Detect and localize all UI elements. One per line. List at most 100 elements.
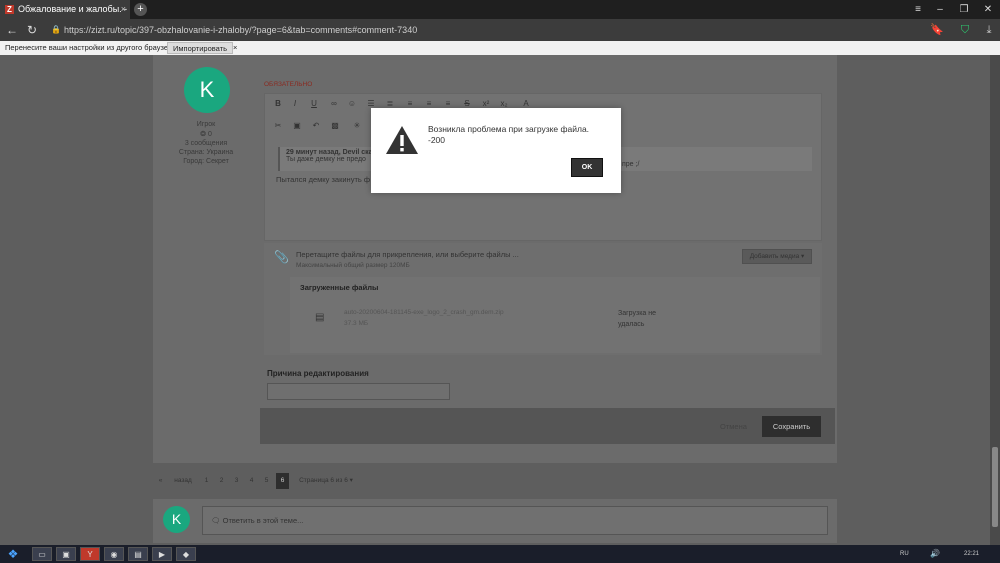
undo-icon[interactable]: ↶ (309, 121, 323, 130)
browser-tab-title: Обжалование и жалобы. - Ц (18, 4, 130, 14)
edit-reason-input[interactable] (267, 383, 450, 400)
address-toolbar: ← ↻ 🔒 https://zizt.ru/topic/397-obzhalov… (0, 19, 1000, 41)
close-window-icon[interactable]: ✕ (976, 0, 1000, 19)
lock-icon: 🔒 (51, 25, 61, 34)
url-text: https://zizt.ru/topic/397-obzhalovanie-i… (64, 25, 418, 35)
image-icon[interactable]: ▣ (290, 121, 304, 130)
prev-page-button[interactable]: назад (170, 473, 196, 489)
author-country: Страна: Украина (178, 149, 234, 156)
page-button-1[interactable]: 1 (200, 473, 213, 489)
steam-icon[interactable]: ◉ (104, 547, 124, 561)
file-name: auto-20200604-181145-exe_logo_2_crash_gm… (344, 309, 504, 316)
infobar-message: Перенесите ваши настройки из другого бра… (5, 43, 179, 52)
numbered-list-icon[interactable]: ≣ (383, 99, 397, 108)
os-taskbar: ❖ ▭ ▣ Y ◉ ▤ ▶ ◆ RU 🔊 22:21 (0, 545, 1000, 563)
clock[interactable]: 22:21 (964, 545, 979, 563)
warning-icon (386, 126, 418, 154)
file-icon: ▤ (315, 312, 325, 323)
page-jump-dropdown[interactable]: Страница 6 из 6 ▾ (296, 473, 356, 489)
download-icon[interactable]: ⤓ (980, 19, 998, 41)
ok-button[interactable]: OK (571, 158, 603, 177)
browser-tab-strip: Z Обжалование и жалобы. - Ц × + ≡ – ❐ ✕ (0, 0, 1000, 19)
new-tab-button[interactable]: + (134, 3, 147, 16)
media-icon[interactable]: ▶ (152, 547, 172, 561)
reputation-value: 0 (207, 131, 212, 138)
special-char-icon[interactable]: ✳ (350, 121, 364, 130)
author-reputation: ❂ 0 (160, 130, 252, 138)
reply-avatar[interactable]: K (163, 506, 190, 533)
page-button-2[interactable]: 2 (215, 473, 228, 489)
edit-reason-label: Причина редактирования (267, 369, 369, 378)
comment-icon: 🗨 (211, 516, 223, 525)
cancel-button[interactable]: Отмена (720, 422, 747, 431)
bookmark-icon[interactable]: 🔖 (928, 19, 946, 41)
author-city: Город: Секрет (183, 158, 229, 165)
align-left-icon[interactable]: ≡ (403, 99, 417, 108)
remove-format-icon[interactable]: ✂ (271, 121, 285, 130)
reputation-icon: ❂ (200, 131, 208, 138)
import-button[interactable]: Импортировать (167, 42, 234, 54)
dialog-message-line2: -200 (428, 135, 446, 145)
italic-icon[interactable]: I (288, 99, 302, 108)
scrollbar-thumb[interactable] (992, 447, 998, 527)
app-icon[interactable]: ▤ (128, 547, 148, 561)
dialog-message: Возникла проблема при загрузке файла. -2… (428, 124, 589, 146)
dialog-message-line1: Возникла проблема при загрузке файла. (428, 124, 590, 134)
adblock-shield-icon[interactable]: ⛉ (956, 19, 974, 41)
paperclip-icon: 📎 (274, 250, 289, 264)
editor-body-text: Пытался демку закинуть ф (276, 175, 371, 184)
form-actions-bar (260, 408, 835, 444)
game-icon[interactable]: ◆ (176, 547, 196, 561)
language-indicator[interactable]: RU (900, 545, 909, 563)
yandex-browser-icon[interactable]: Y (80, 547, 100, 561)
background-color-icon[interactable]: ▩ (328, 121, 342, 130)
reply-placeholder: Ответить в этой теме... (222, 516, 304, 525)
required-label: ОБЯЗАТЕЛЬНО (264, 81, 313, 88)
terminal-icon[interactable]: ▣ (56, 547, 76, 561)
author-messages[interactable]: 3 сообщения (160, 140, 252, 147)
page-button-current[interactable]: 6 (276, 473, 289, 489)
url-field[interactable]: 🔒 https://zizt.ru/topic/397-obzhalovanie… (48, 22, 918, 38)
menu-icon[interactable]: ≡ (906, 0, 930, 19)
insert-media-label: Добавить медиа (749, 253, 800, 260)
explorer-icon[interactable]: ▭ (32, 547, 52, 561)
back-icon[interactable]: ← (4, 19, 20, 41)
page-scrollbar[interactable] (990, 55, 1000, 545)
link-icon[interactable]: ∞ (327, 99, 341, 108)
volume-icon[interactable]: 🔊 (930, 545, 940, 563)
author-avatar[interactable]: K (184, 67, 230, 113)
uploaded-files-title: Загруженные файлы (300, 283, 379, 292)
underline-icon[interactable]: U (307, 99, 321, 108)
upload-status: Загрузка не удалась (618, 310, 657, 328)
bold-icon[interactable]: B (271, 99, 285, 108)
strikethrough-icon[interactable]: S (460, 99, 474, 108)
browser-tab[interactable]: Z Обжалование и жалобы. - Ц × (0, 0, 130, 19)
reply-input[interactable]: 🗨 Ответить в этой теме... (202, 506, 828, 535)
prev-page-arrow[interactable]: « (154, 473, 167, 489)
infobar-close-icon[interactable]: × (233, 41, 237, 55)
page-button-3[interactable]: 3 (230, 473, 243, 489)
drop-files-text[interactable]: Перетащите файлы для прикрепления, или в… (296, 250, 519, 259)
subscript-icon[interactable]: x₂ (497, 99, 511, 108)
tab-close-icon[interactable]: × (121, 0, 126, 19)
quote-text-tail: пре ;/ (622, 161, 640, 168)
align-right-icon[interactable]: ≡ (441, 99, 455, 108)
minimize-icon[interactable]: – (928, 0, 952, 19)
page-button-4[interactable]: 4 (245, 473, 258, 489)
author-role: Игрок (196, 121, 216, 128)
import-settings-infobar: Перенесите ваши настройки из другого бра… (0, 41, 1000, 55)
start-button-icon[interactable]: ❖ (3, 545, 23, 563)
superscript-icon[interactable]: x² (479, 99, 493, 108)
save-button[interactable]: Сохранить (762, 416, 821, 437)
max-size-text: Максимальный общий размер 120МБ (296, 262, 410, 269)
emoji-icon[interactable]: ☺ (345, 99, 359, 108)
restore-icon[interactable]: ❐ (952, 0, 976, 19)
text-color-icon[interactable]: A (519, 99, 533, 108)
file-size: 37.3 МБ (344, 320, 369, 327)
insert-media-button[interactable]: Добавить медиа ▾ (742, 249, 812, 264)
reload-icon[interactable]: ↻ (24, 19, 40, 41)
align-center-icon[interactable]: ≡ (422, 99, 436, 108)
bulleted-list-icon[interactable]: ☰ (364, 99, 378, 108)
page-button-5[interactable]: 5 (260, 473, 273, 489)
site-favicon-icon: Z (5, 5, 14, 14)
